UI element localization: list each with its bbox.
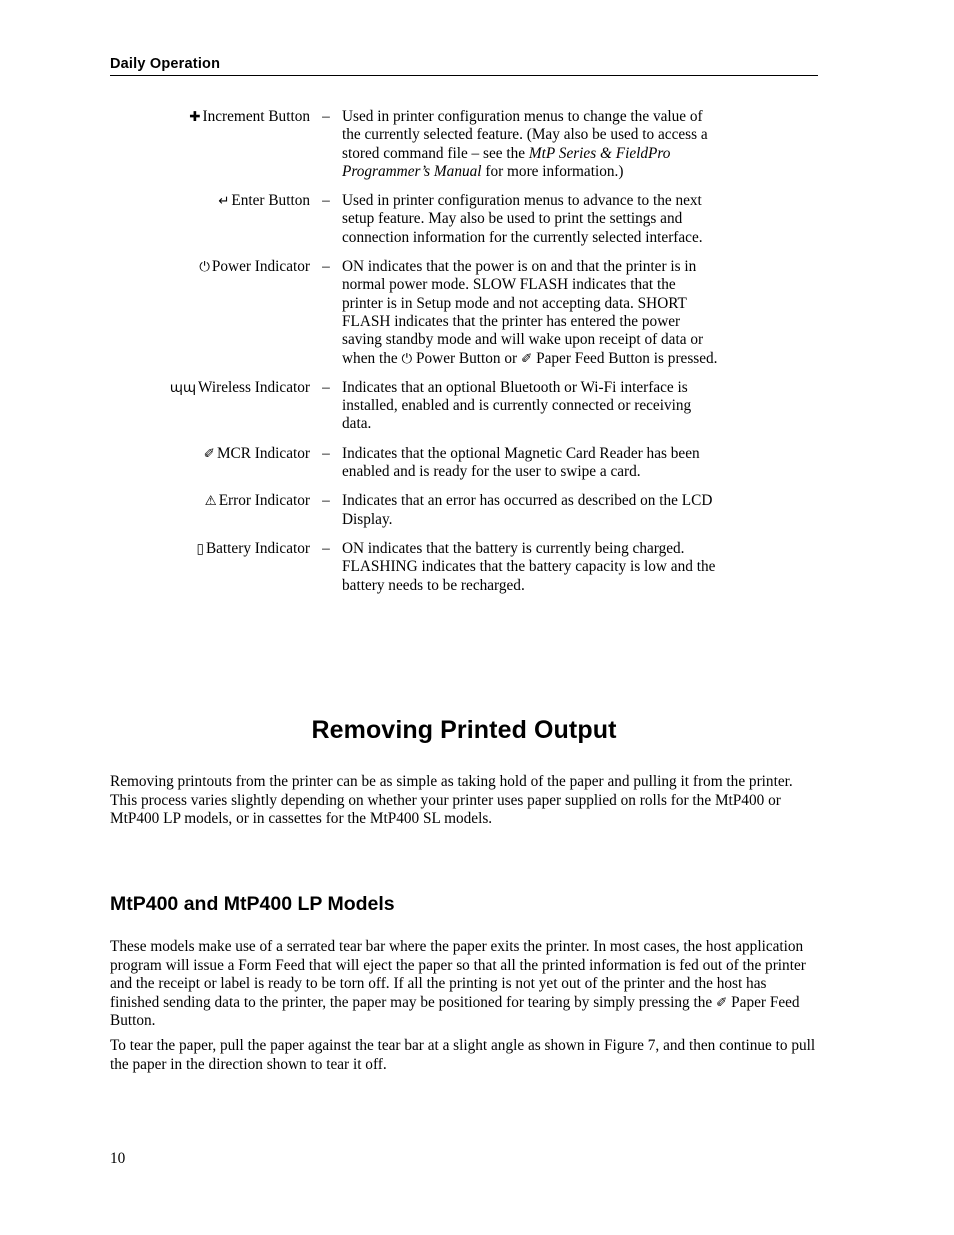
section-title: Removing Printed Output xyxy=(311,716,617,744)
definition-row: ɰɰ Wireless Indicator – Indicates that an o… xyxy=(110,379,818,434)
definition-description: ON indicates that the battery is current… xyxy=(342,539,716,594)
definition-description: ON indicates that the power is on and th… xyxy=(342,258,718,367)
definition-description: Used in printer configuration menus to a… xyxy=(342,192,703,246)
mcr-card-icon: ✐ xyxy=(203,445,215,462)
wireless-icon: ɰɰ xyxy=(169,379,197,396)
definition-description: Indicates that the optional Magnetic Car… xyxy=(342,444,700,481)
italic-title: MtP Series & FieldPro Programmer’s Manua… xyxy=(342,144,671,180)
definition-row: ↵ Enter Button – Used in printer configurat… xyxy=(110,192,818,247)
definition-dash: – xyxy=(322,492,330,510)
definition-row: ▯ Battery Indicator – ON indicates that the… xyxy=(110,540,818,595)
paper-feed-icon: ✐ xyxy=(520,350,533,367)
definition-term: ⏻ Power Indicator xyxy=(199,258,310,276)
enter-arrow-icon: ↵ xyxy=(218,193,230,210)
battery-icon: ▯ xyxy=(196,540,204,557)
power-icon: ⏻ xyxy=(199,259,210,276)
definition-row: ⏻ Power Indicator – ON indicates that the p… xyxy=(110,258,818,368)
definition-row: ✚ Increment Button – Used in printer config… xyxy=(110,108,818,181)
definition-row: ✐ MCR Indicator – Indicates that the option… xyxy=(110,445,818,482)
document-page: Daily Operation ✚ Increment Button – Used i… xyxy=(0,0,954,1235)
tear-paragraph: To tear the paper, pull the paper agains… xyxy=(110,1037,816,1073)
plus-icon: ✚ xyxy=(189,109,201,125)
page-number: 10 xyxy=(110,1150,126,1167)
definition-dash: – xyxy=(322,258,330,276)
power-icon: ⏻ xyxy=(401,350,413,367)
definition-description: Used in printer configuration menus to c… xyxy=(342,108,708,180)
definition-term: ▯ Battery Indicator xyxy=(196,539,311,557)
definition-description: Indicates that an error has occurred as … xyxy=(342,492,713,528)
subsection-title: MtP400 and MtP400 LP Models xyxy=(110,893,395,915)
definition-term: ✐ MCR Indicator xyxy=(203,444,310,462)
definition-row: ⚠ Error Indicator – Indicates that an error… xyxy=(110,492,818,529)
definition-term: ↵ Enter Button xyxy=(218,192,310,210)
models-paragraph: These models make use of a serrated tear… xyxy=(110,938,806,1029)
definition-dash: – xyxy=(322,539,330,557)
definition-dash: – xyxy=(322,444,330,462)
intro-paragraph: Removing printouts from the printer can … xyxy=(110,773,793,827)
definition-description: Indicates that an optional Bluetooth or … xyxy=(342,378,692,433)
definition-term: ɰɰ Wireless Indicator xyxy=(169,378,310,396)
definition-term: ✚ Increment Button xyxy=(189,108,310,125)
definition-term: ⚠ Error Indicator xyxy=(204,492,310,510)
definition-dash: – xyxy=(322,378,330,396)
header-rule xyxy=(110,75,818,76)
page-header: Daily Operation xyxy=(110,56,818,76)
running-head: Daily Operation xyxy=(110,56,221,72)
definition-dash: – xyxy=(322,108,330,125)
definition-dash: – xyxy=(322,192,330,210)
paper-feed-icon: ✐ xyxy=(716,994,728,1011)
warning-triangle-icon: ⚠ xyxy=(204,493,217,510)
button-indicator-definition-list: ✚ Increment Button – Used in printer config… xyxy=(110,108,818,606)
